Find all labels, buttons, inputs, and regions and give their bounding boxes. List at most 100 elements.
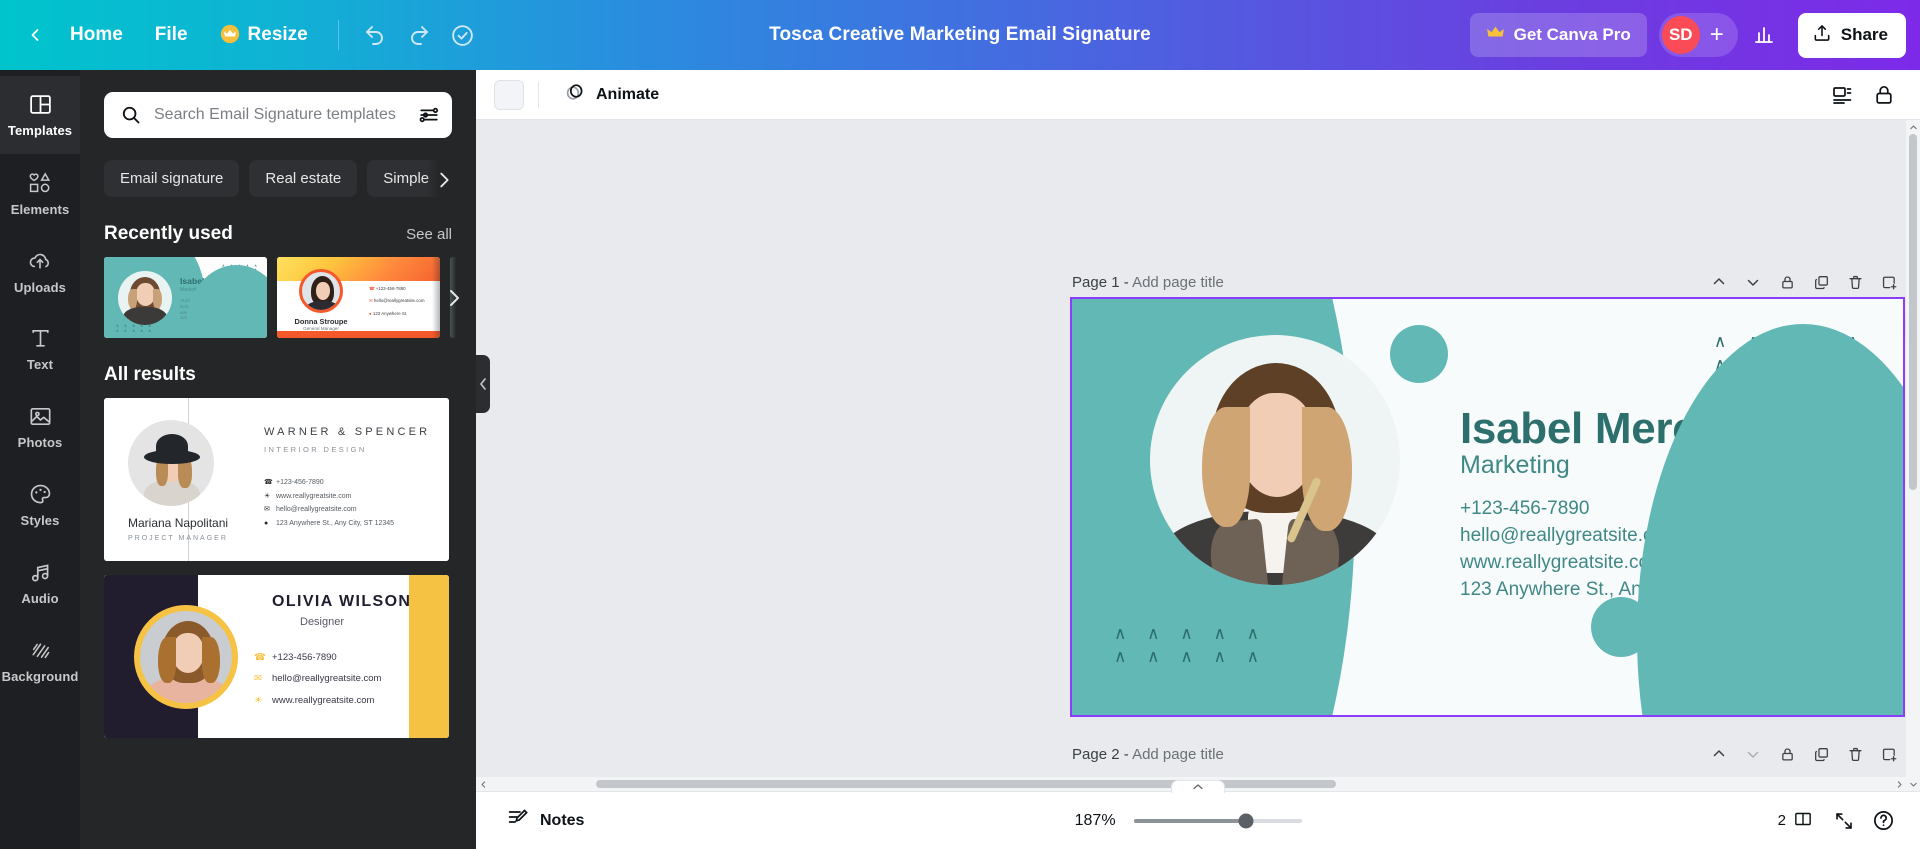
sidebar-item-photos[interactable]: Photos bbox=[0, 388, 80, 466]
zoom-slider[interactable] bbox=[1133, 813, 1302, 828]
avatar[interactable]: SD bbox=[1661, 16, 1700, 54]
chip-real-estate[interactable]: Real estate bbox=[249, 160, 358, 197]
sidebar-label-text: Text bbox=[26, 357, 54, 372]
result-email: hello@reallygreatsite.com bbox=[276, 506, 357, 514]
template-art-warner: WARNER & SPENCER INTERIOR DESIGN ☎ +123-4… bbox=[104, 398, 449, 561]
page-2-label: Page 2 - Add page title bbox=[1072, 746, 1224, 763]
zoom-level[interactable]: 187% bbox=[1064, 812, 1116, 830]
page-2-title-input[interactable]: Add page title bbox=[1132, 746, 1224, 763]
bottom-bar: Notes 187% 2 bbox=[476, 780, 1920, 849]
horizontal-scroll-thumb[interactable] bbox=[596, 780, 1336, 788]
portrait-photo[interactable] bbox=[1150, 335, 1400, 585]
lock-icon[interactable] bbox=[1866, 77, 1902, 113]
trash-icon[interactable] bbox=[1840, 739, 1870, 769]
redo-button[interactable] bbox=[399, 15, 439, 55]
sidebar-item-templates[interactable]: Templates bbox=[0, 76, 80, 154]
scroll-down-arrow[interactable] bbox=[1906, 777, 1920, 791]
see-all-link[interactable]: See all bbox=[406, 226, 452, 243]
share-button[interactable]: Share bbox=[1797, 12, 1906, 58]
design-role[interactable]: Marketing bbox=[1460, 451, 1570, 480]
result-phone: +123-456-7890 bbox=[272, 652, 337, 663]
sidebar-item-elements[interactable]: Elements bbox=[0, 154, 80, 232]
search-input[interactable] bbox=[154, 106, 406, 124]
recent-template-donna[interactable]: Donna Stroupe General Manager ☎ +123-456… bbox=[277, 257, 440, 338]
fullscreen-icon[interactable] bbox=[1826, 803, 1862, 839]
recent-strip-next-button[interactable] bbox=[432, 257, 476, 338]
bottom-bar-collapse-tab[interactable] bbox=[1171, 780, 1225, 793]
scroll-left-arrow[interactable] bbox=[476, 777, 490, 791]
sidebar-item-uploads[interactable]: Uploads bbox=[0, 232, 80, 310]
insights-icon[interactable] bbox=[1744, 15, 1784, 55]
get-canva-pro-button[interactable]: Get Canva Pro bbox=[1469, 13, 1647, 57]
panel-collapse-handle[interactable] bbox=[476, 355, 490, 413]
page-1-title-input[interactable]: Add page title bbox=[1132, 274, 1224, 291]
palette-icon bbox=[28, 482, 53, 507]
person-photo bbox=[128, 420, 214, 506]
page-2-actions bbox=[1704, 739, 1904, 769]
scroll-up-arrow[interactable] bbox=[1906, 120, 1920, 134]
help-icon[interactable] bbox=[1866, 803, 1902, 839]
chevron-decoration-bottom-left: ∧ ∧ ∧ ∧ ∧ ∧ ∧ ∧ ∧ ∧ bbox=[1114, 624, 1268, 667]
photo-icon bbox=[28, 404, 53, 429]
add-page-icon[interactable] bbox=[1874, 739, 1904, 769]
top-bar-right: Get Canva Pro SD + Share bbox=[1469, 12, 1906, 58]
cloud-check-icon[interactable] bbox=[443, 15, 483, 55]
chips-next-button[interactable] bbox=[426, 160, 452, 197]
person-photo bbox=[140, 611, 232, 703]
person-photo bbox=[118, 271, 172, 325]
chevron-decoration-bottom: ∧ ∧ ∧ ∧ ∧ ∧ ∧ ∧ ∧ ∧ bbox=[116, 323, 154, 333]
animate-button[interactable]: Animate bbox=[553, 74, 669, 115]
resize-button[interactable]: Resize bbox=[206, 16, 322, 55]
templates-icon bbox=[28, 92, 53, 117]
color-swatch-button[interactable] bbox=[494, 79, 524, 110]
collapse-up-icon[interactable] bbox=[1704, 739, 1734, 769]
grid-pages-icon bbox=[1793, 809, 1813, 833]
notes-button[interactable]: Notes bbox=[494, 798, 596, 843]
search-box[interactable] bbox=[104, 92, 452, 138]
undo-button[interactable] bbox=[355, 15, 395, 55]
pro-label: Get Canva Pro bbox=[1513, 25, 1631, 44]
result-template-warner[interactable]: WARNER & SPENCER INTERIOR DESIGN ☎ +123-4… bbox=[104, 398, 449, 561]
page-lock-icon[interactable] bbox=[1772, 267, 1802, 297]
music-note-icon bbox=[28, 560, 53, 585]
canvas-area[interactable]: Page 1 - Add page title Isabel Mercado M… bbox=[476, 120, 1920, 791]
notes-icon bbox=[506, 806, 530, 835]
page-count-button[interactable]: 2 bbox=[1769, 802, 1822, 840]
duplicate-icon[interactable] bbox=[1806, 267, 1836, 297]
trash-icon[interactable] bbox=[1840, 267, 1870, 297]
sidebar-item-styles[interactable]: Styles bbox=[0, 466, 80, 544]
back-button[interactable] bbox=[18, 18, 52, 52]
recent-template-isabel[interactable]: Isabel Mercado Marketing +123-456-7890 h… bbox=[104, 257, 267, 338]
zoom-slider-knob[interactable] bbox=[1238, 813, 1254, 828]
collapse-up-icon[interactable] bbox=[1704, 267, 1734, 297]
result-subtitle: INTERIOR DESIGN bbox=[264, 445, 367, 454]
home-menu-button[interactable]: Home bbox=[56, 16, 137, 54]
vertical-scroll-thumb[interactable] bbox=[1909, 134, 1917, 490]
phone-icon: ☎ bbox=[264, 479, 273, 486]
file-menu-button[interactable]: File bbox=[141, 16, 202, 54]
sidebar-item-background[interactable]: Background bbox=[0, 622, 80, 700]
result-template-olivia[interactable]: OLIVIA WILSON Designer ☎ +123-456-7890 ✉ h… bbox=[104, 575, 449, 738]
add-collaborator-button[interactable]: + bbox=[1700, 18, 1734, 52]
file-label: File bbox=[154, 24, 188, 45]
add-page-icon[interactable] bbox=[1874, 267, 1904, 297]
vertical-scrollbar[interactable] bbox=[1906, 120, 1920, 791]
chip-email-signature[interactable]: Email signature bbox=[104, 160, 240, 197]
editor-body: Templates Elements Uploads Text Photos S… bbox=[0, 70, 1920, 849]
expand-down-icon[interactable] bbox=[1738, 267, 1768, 297]
sidebar-item-audio[interactable]: Audio bbox=[0, 544, 80, 622]
page-lock-icon[interactable] bbox=[1772, 739, 1802, 769]
share-label: Share bbox=[1840, 25, 1888, 44]
expand-down-icon[interactable] bbox=[1738, 739, 1768, 769]
sliders-icon[interactable] bbox=[418, 104, 440, 126]
recently-used-header: Recently used See all bbox=[104, 223, 452, 245]
design-canvas-page-1[interactable]: Isabel Mercado Marketing +123-456-7890 h… bbox=[1070, 297, 1905, 717]
duplicate-icon[interactable] bbox=[1806, 739, 1836, 769]
scroll-right-arrow[interactable] bbox=[1892, 777, 1906, 791]
notes-label: Notes bbox=[540, 811, 585, 829]
position-icon[interactable] bbox=[1824, 77, 1860, 113]
sidebar-item-text[interactable]: Text bbox=[0, 310, 80, 388]
recently-used-strip: Isabel Mercado Marketing +123-456-7890 h… bbox=[104, 257, 476, 338]
design-title[interactable]: Tosca Creative Marketing Email Signature bbox=[759, 18, 1161, 52]
page-1-header: Page 1 - Add page title bbox=[1072, 268, 1904, 296]
